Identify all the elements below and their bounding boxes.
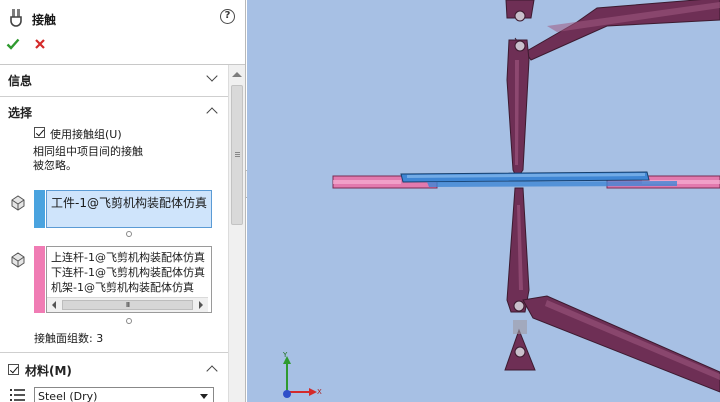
resize-grip[interactable] [126,231,132,237]
pivot-pin-icon [513,300,525,312]
lower-link-arm [522,295,720,393]
assembly-model[interactable]: Y X [247,0,720,402]
property-manager: 接触 ? 信息 选择 使用接触组(U) 相同组中项目间的接触 被忽略。 工件-1… [0,0,246,402]
group-selection-header[interactable]: 选择 [0,101,228,123]
panel-vertical-scrollbar[interactable] [228,65,245,402]
set1-color-swatch [34,190,45,228]
panel-content: 信息 选择 使用接触组(U) 相同组中项目间的接触 被忽略。 工件-1@飞剪机构… [0,65,228,402]
use-contact-group-label: 使用接触组(U) [50,128,122,141]
reference-triad [283,356,317,398]
scroll-right-arrow-icon[interactable] [199,301,203,309]
panel-header: 接触 ? [0,0,245,64]
group-divider [0,96,228,97]
page-title: 接触 [32,13,57,27]
set1-selection-list[interactable]: 工件-1@飞剪机构装配体仿真 [46,190,212,228]
group-material-header[interactable]: 材料(M) [0,359,228,381]
group-divider [0,352,228,353]
scroll-left-arrow-icon[interactable] [52,301,56,309]
contact-feature-icon [10,9,22,27]
triad-y-label: Y [282,351,288,359]
list-item[interactable]: 上连杆-1@飞剪机构装配体仿真 [51,249,205,265]
cancel-x-icon[interactable] [33,37,47,51]
workpiece-lower-edge [427,181,677,187]
scroll-up-arrow-icon[interactable] [232,72,242,77]
pivot-pin-icon [514,40,526,52]
material-checkbox[interactable] [8,364,19,375]
ok-check-icon[interactable] [6,37,20,51]
material-list-icon [10,389,25,401]
group-material-title: 材料(M) [25,364,72,378]
triad-x-label: X [317,388,322,396]
lower-link-highlight [545,300,720,380]
group-selection-title: 选择 [8,106,33,120]
scrollbar-thumb[interactable] [231,85,243,225]
material-select-value: Steel (Dry) [38,390,98,402]
group-info-title: 信息 [8,74,33,88]
component-face-icon [11,195,25,211]
contact-face-count: 接触面组数: 3 [34,332,104,345]
set2-color-swatch [34,246,45,313]
scrollbar-thumb[interactable]: III [62,300,193,310]
resize-grip[interactable] [126,318,132,324]
material-select[interactable]: Steel (Dry) [34,387,214,402]
contact-group-note-line-2: 被忽略。 [33,159,77,172]
pin-shaft [513,320,527,334]
set2-horizontal-scrollbar[interactable]: III [47,297,208,312]
chevron-down-icon[interactable] [206,70,218,82]
help-icon[interactable]: ? [220,9,235,24]
chevron-up-icon[interactable] [206,365,218,377]
pivot-pin-icon [514,346,526,358]
chevron-up-icon[interactable] [206,107,218,119]
list-item[interactable]: 机架-1@飞剪机构装配体仿真 [51,279,194,295]
dropdown-arrow-icon[interactable] [200,394,208,399]
component-face-icon [11,252,25,268]
use-contact-group-checkbox[interactable] [34,127,45,138]
group-info-header[interactable]: 信息 [0,69,228,91]
list-item[interactable]: 工件-1@飞剪机构装配体仿真 [51,194,207,211]
list-item[interactable]: 下连杆-1@飞剪机构装配体仿真 [51,264,205,280]
graphics-viewport[interactable]: Y X [247,0,720,402]
left-blade-highlight [333,180,401,184]
pivot-pin-icon [514,10,526,22]
